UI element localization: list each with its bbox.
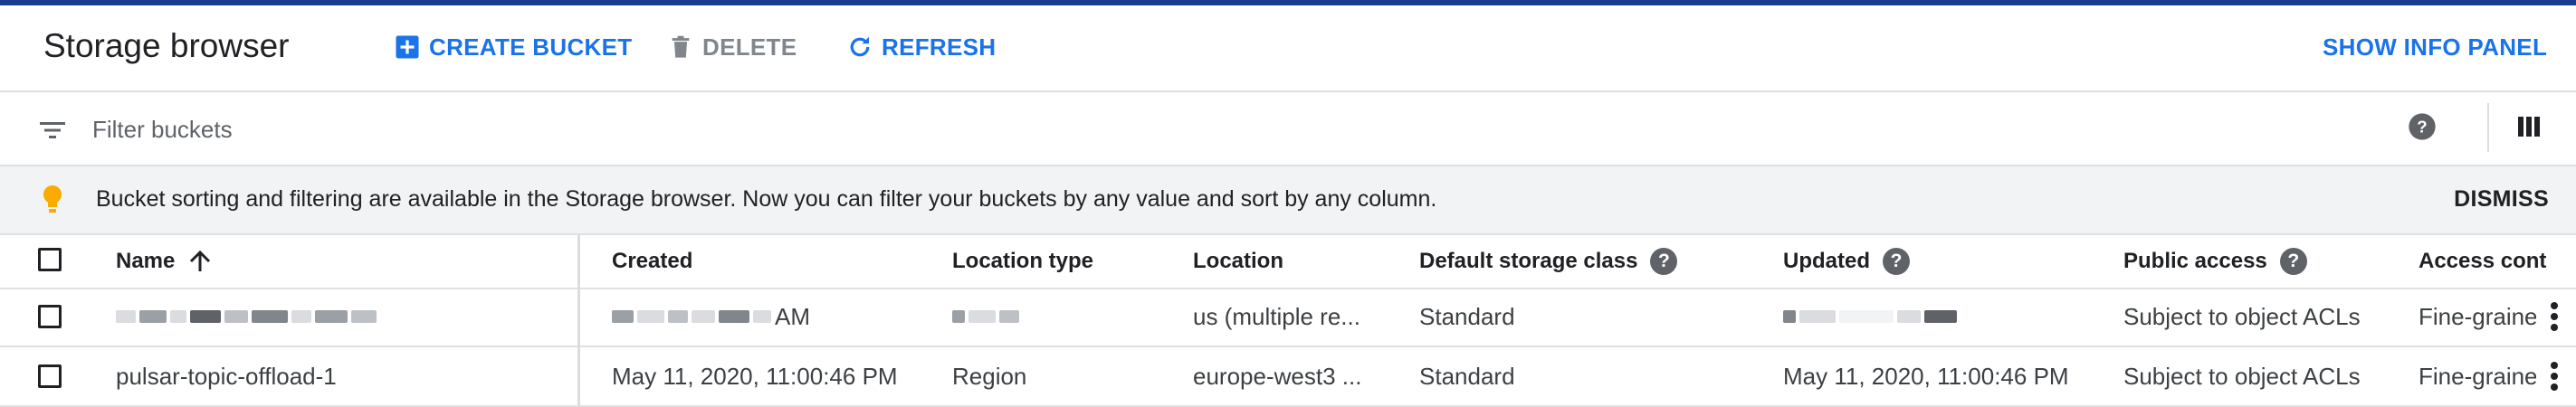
table-row[interactable]: AM us (multiple re... Standard Subject t… bbox=[0, 288, 2576, 347]
redacted-block bbox=[170, 310, 186, 323]
column-header-updated[interactable]: Updated ? bbox=[1783, 235, 1910, 288]
created-value: AM bbox=[775, 302, 810, 330]
column-display-icon[interactable] bbox=[2511, 109, 2547, 145]
select-all-checkbox[interactable] bbox=[38, 248, 62, 271]
location-cell: europe-west3 ... bbox=[1193, 362, 1362, 390]
page-title: Storage browser bbox=[43, 27, 290, 64]
page-header: Storage browser CREATE BUCKET DELETE REF… bbox=[0, 5, 2576, 92]
column-header-location[interactable]: Location bbox=[1193, 235, 1283, 288]
column-header-public-access[interactable]: Public access ? bbox=[2123, 235, 2307, 288]
updated-cell bbox=[1783, 288, 1961, 345]
public-access-cell: Subject to object ACLs bbox=[2123, 302, 2361, 330]
access-control-cell: Fine-graine bbox=[2419, 302, 2536, 330]
dismiss-button[interactable]: DISMISS bbox=[2454, 186, 2549, 213]
created-cell: AM bbox=[612, 288, 810, 345]
create-bucket-label: CREATE BUCKET bbox=[429, 33, 633, 61]
delete-label: DELETE bbox=[702, 33, 797, 61]
redacted-block bbox=[1799, 310, 1836, 323]
show-info-panel-label: SHOW INFO PANEL bbox=[2323, 33, 2548, 61]
location-cell: us (multiple re... bbox=[1193, 302, 1360, 330]
redacted-block bbox=[968, 310, 996, 323]
storage-class-cell: Standard bbox=[1419, 302, 1515, 330]
redacted-block bbox=[952, 310, 965, 323]
redacted-block bbox=[612, 310, 634, 323]
redacted-block bbox=[351, 310, 377, 323]
redacted-block bbox=[753, 310, 771, 323]
refresh-label: REFRESH bbox=[882, 33, 997, 61]
filter-buckets-input[interactable] bbox=[91, 110, 1452, 148]
refresh-icon bbox=[842, 29, 878, 65]
table-header: Name Created Location type Location Defa… bbox=[0, 235, 2576, 289]
redacted-block bbox=[291, 310, 311, 323]
filter-list-icon[interactable] bbox=[34, 112, 71, 148]
redacted-block bbox=[668, 310, 688, 323]
toolbar-divider bbox=[2487, 103, 2489, 152]
delete-button[interactable]: DELETE bbox=[663, 29, 797, 65]
filter-bar bbox=[0, 92, 2576, 166]
column-header-location-type[interactable]: Location type bbox=[952, 235, 1093, 288]
help-icon[interactable]: ? bbox=[2279, 248, 2307, 275]
more-vert-icon[interactable] bbox=[2542, 355, 2567, 398]
redacted-block bbox=[1924, 310, 1957, 323]
lightbulb-icon bbox=[34, 182, 71, 218]
refresh-button[interactable]: REFRESH bbox=[842, 29, 996, 65]
row-checkbox[interactable] bbox=[38, 364, 62, 388]
bucket-name-link[interactable] bbox=[116, 288, 550, 345]
redacted-block bbox=[139, 310, 167, 323]
column-header-created[interactable]: Created bbox=[612, 235, 692, 288]
redacted-block bbox=[1783, 310, 1796, 323]
table-row[interactable]: pulsar-topic-offload-1 May 11, 2020, 11:… bbox=[0, 347, 2576, 407]
sort-ascending-icon bbox=[190, 250, 211, 271]
name-column-divider bbox=[577, 235, 580, 405]
storage-class-cell: Standard bbox=[1419, 362, 1515, 390]
create-bucket-button[interactable]: CREATE BUCKET bbox=[389, 29, 632, 65]
updated-cell: May 11, 2020, 11:00:46 PM bbox=[1783, 362, 2069, 390]
redacted-block bbox=[224, 310, 248, 323]
row-checkbox[interactable] bbox=[38, 305, 62, 328]
help-icon[interactable]: ? bbox=[1650, 248, 1678, 275]
help-icon[interactable]: ? bbox=[1883, 248, 1910, 275]
redacted-block bbox=[637, 310, 664, 323]
redacted-block bbox=[999, 310, 1019, 323]
column-label: Name bbox=[116, 249, 176, 273]
column-header-default-storage-class[interactable]: Default storage class ? bbox=[1419, 235, 1678, 288]
location-type-cell bbox=[952, 288, 1023, 345]
redacted-block bbox=[116, 310, 136, 323]
public-access-cell: Subject to object ACLs bbox=[2123, 362, 2361, 390]
more-vert-icon[interactable] bbox=[2542, 295, 2567, 338]
column-label: Public access bbox=[2123, 249, 2267, 273]
access-control-cell: Fine-graine bbox=[2419, 362, 2536, 390]
redacted-block bbox=[315, 310, 348, 323]
redacted-block bbox=[1897, 310, 1921, 323]
redacted-block bbox=[719, 310, 749, 323]
redacted-block bbox=[190, 310, 221, 323]
column-label: Updated bbox=[1783, 249, 1870, 273]
add-box-icon bbox=[389, 29, 425, 65]
svg-text:?: ? bbox=[2417, 118, 2427, 137]
banner-message: Bucket sorting and filtering are availab… bbox=[96, 186, 1437, 212]
show-info-panel-button[interactable]: SHOW INFO PANEL bbox=[2323, 29, 2547, 65]
created-cell: May 11, 2020, 11:00:46 PM bbox=[612, 362, 898, 390]
redacted-block bbox=[1839, 310, 1894, 323]
location-type-cell: Region bbox=[952, 362, 1027, 390]
column-header-access-control[interactable]: Access cont bbox=[2419, 235, 2576, 288]
column-label: Default storage class bbox=[1419, 249, 1638, 273]
help-icon[interactable]: ? bbox=[2404, 109, 2440, 145]
trash-icon bbox=[663, 29, 699, 65]
info-banner: Bucket sorting and filtering are availab… bbox=[0, 166, 2576, 235]
redacted-block bbox=[692, 310, 715, 323]
column-header-name[interactable]: Name bbox=[116, 235, 211, 288]
bucket-name-link[interactable]: pulsar-topic-offload-1 bbox=[116, 347, 337, 405]
redacted-block bbox=[252, 310, 288, 323]
